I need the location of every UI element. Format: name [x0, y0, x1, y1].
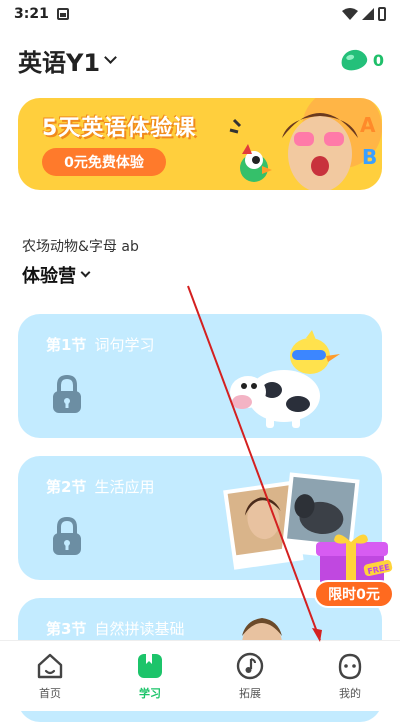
free-trial-button[interactable]: 0元免费体验: [42, 148, 166, 176]
face-icon: [338, 653, 362, 680]
status-bar: 3:21: [0, 0, 400, 28]
gem-counter[interactable]: 0: [338, 46, 384, 74]
camp-subtitle-text: 农场动物&字母 ab: [22, 239, 139, 255]
chevron-down-icon: [80, 267, 91, 277]
cow-duck-illustration: [230, 330, 340, 428]
home-icon: [37, 653, 63, 679]
cell-signal-icon: [362, 8, 374, 20]
tab-label: 我的: [339, 687, 361, 700]
lock-icon: [53, 516, 81, 555]
wifi-icon: [342, 8, 358, 20]
header: 英语Y1 0: [18, 40, 384, 80]
gallery-notification-icon: [56, 8, 69, 20]
tab-home[interactable]: 首页: [0, 641, 100, 711]
limited-free-promo[interactable]: FREE 限时0元: [314, 532, 396, 612]
banner-illustration: A B: [229, 98, 382, 190]
banner-title: 5天英语体验课: [42, 116, 197, 141]
course-selector[interactable]: 英语Y1: [18, 43, 100, 78]
tab-label: 首页: [39, 687, 61, 700]
lesson-card-1[interactable]: 第1节 词句学习: [18, 314, 382, 438]
limited-free-button[interactable]: 限时0元: [314, 580, 394, 608]
trial-course-banner[interactable]: 5天英语体验课 0元免费体验 A B: [18, 98, 382, 190]
tab-label: 学习: [139, 687, 161, 700]
chevron-down-icon[interactable]: [104, 50, 117, 64]
status-time: 3:21: [14, 6, 49, 22]
lesson-title: 第3节 自然拼读基础: [46, 618, 184, 639]
camp-name[interactable]: 体验营: [22, 262, 139, 288]
tab-label: 拓展: [239, 687, 261, 700]
battery-icon: [378, 7, 386, 21]
tab-study[interactable]: 学习: [100, 641, 200, 711]
tab-me[interactable]: 我的: [300, 641, 400, 711]
study-icon: [138, 654, 162, 678]
camp-subtitle: 农场动物&字母 ab: [18, 236, 139, 274]
lesson-name: 词句学习: [94, 336, 155, 354]
lesson-title: 第2节 生活应用: [46, 476, 154, 497]
lesson-number: 第2节: [46, 478, 87, 496]
bottom-tab-bar: 首页 学习 拓展 我的: [0, 640, 400, 711]
music-note-icon: [236, 652, 264, 680]
lesson-number: 第1节: [46, 336, 87, 354]
lesson-name: 自然拼读基础: [94, 620, 185, 638]
svg-text:A: A: [360, 113, 376, 137]
gem-count: 0: [372, 50, 384, 70]
lock-icon: [53, 374, 81, 413]
lesson-name: 生活应用: [94, 478, 155, 496]
gem-icon: [338, 46, 370, 74]
lesson-title: 第1节 词句学习: [46, 334, 154, 355]
camp-name-text: 体验营: [22, 266, 76, 287]
svg-text:B: B: [362, 145, 377, 169]
tab-extend[interactable]: 拓展: [200, 641, 300, 711]
lesson-number: 第3节: [46, 620, 87, 638]
camp-selector[interactable]: 农场动物&字母 ab 体验营: [18, 236, 139, 288]
